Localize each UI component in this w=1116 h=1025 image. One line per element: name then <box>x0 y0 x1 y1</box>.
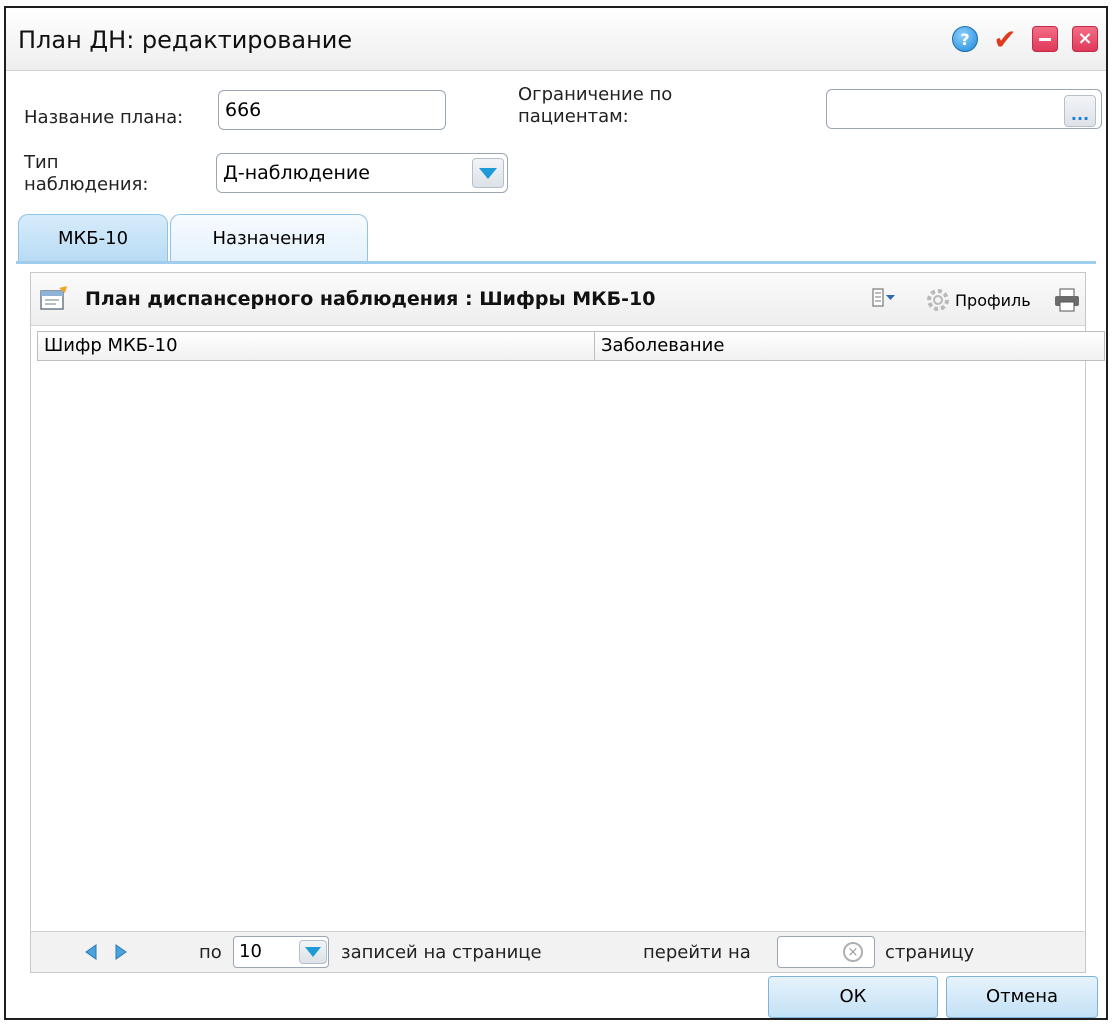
observation-type-select[interactable]: Д-наблюдение <box>216 153 508 193</box>
page-label: страницу <box>885 942 975 963</box>
document-edit-icon <box>40 286 67 310</box>
grid-body <box>37 361 1105 931</box>
help-icon[interactable]: ? <box>952 26 978 52</box>
clear-icon[interactable]: × <box>843 942 863 962</box>
plan-name-input[interactable]: 666 <box>218 90 446 130</box>
next-page-icon[interactable] <box>111 942 131 962</box>
page-size-value: 10 <box>239 941 262 962</box>
grid-title: План диспансерного наблюдения : Шифры МК… <box>85 288 656 310</box>
gear-icon <box>927 289 949 311</box>
minimize-icon[interactable] <box>1032 26 1058 52</box>
plan-name-label: Название плана: <box>24 107 184 128</box>
previous-page-icon[interactable] <box>81 942 101 962</box>
page-size-dropdown-icon[interactable] <box>299 940 327 964</box>
dialog-window: План ДН: редактирование ? ✔ × Название п… <box>4 6 1108 1020</box>
column-mkb-code[interactable]: Шифр МКБ-10 <box>38 332 594 360</box>
tab-appointments[interactable]: Назначения <box>170 214 368 262</box>
title-bar-actions: ? ✔ × <box>952 23 1098 56</box>
records-per-page-label: записей на странице <box>341 942 542 963</box>
columns-menu-button[interactable] <box>871 287 897 309</box>
tab-strip-divider <box>16 261 1096 264</box>
close-icon[interactable]: × <box>1072 26 1098 52</box>
patient-restriction-label-line2: пациентам: <box>518 106 629 127</box>
grid-column-header: Шифр МКБ-10 Заболевание <box>37 331 1105 361</box>
observation-type-value: Д-наблюдение <box>223 162 370 184</box>
per-page-label: по <box>199 942 222 963</box>
goto-page-label: перейти на <box>643 942 751 963</box>
mkb-grid-panel: План диспансерного наблюдения : Шифры МК… <box>30 272 1105 973</box>
patient-restriction-label-line1: Ограничение по <box>518 84 673 105</box>
chevron-down-icon[interactable] <box>472 158 504 188</box>
observation-type-label-line2: наблюдения: <box>24 174 149 195</box>
grid-panel-header: План диспансерного наблюдения : Шифры МК… <box>31 273 1085 326</box>
checkmark-icon[interactable]: ✔ <box>992 23 1018 56</box>
title-bar[interactable]: План ДН: редактирование ? ✔ × <box>6 8 1106 71</box>
cancel-button[interactable]: Отмена <box>946 976 1098 1018</box>
window-title: План ДН: редактирование <box>18 26 353 54</box>
profile-label: Профиль <box>955 290 1031 310</box>
profile-button[interactable]: Профиль <box>923 287 1031 313</box>
print-button[interactable] <box>1053 287 1081 313</box>
patient-restriction-input[interactable] <box>826 89 1102 129</box>
ellipsis-button[interactable]: ... <box>1064 95 1096 127</box>
observation-type-label-line1: Тип <box>24 152 59 173</box>
printer-icon <box>1055 288 1079 312</box>
columns-icon <box>872 288 895 307</box>
column-disease[interactable]: Заболевание <box>594 332 1104 360</box>
ok-button[interactable]: ОК <box>768 976 938 1018</box>
paging-toolbar: по 10 записей на странице перейти на × с… <box>31 931 1085 972</box>
tab-mkb10[interactable]: МКБ-10 <box>18 214 168 262</box>
